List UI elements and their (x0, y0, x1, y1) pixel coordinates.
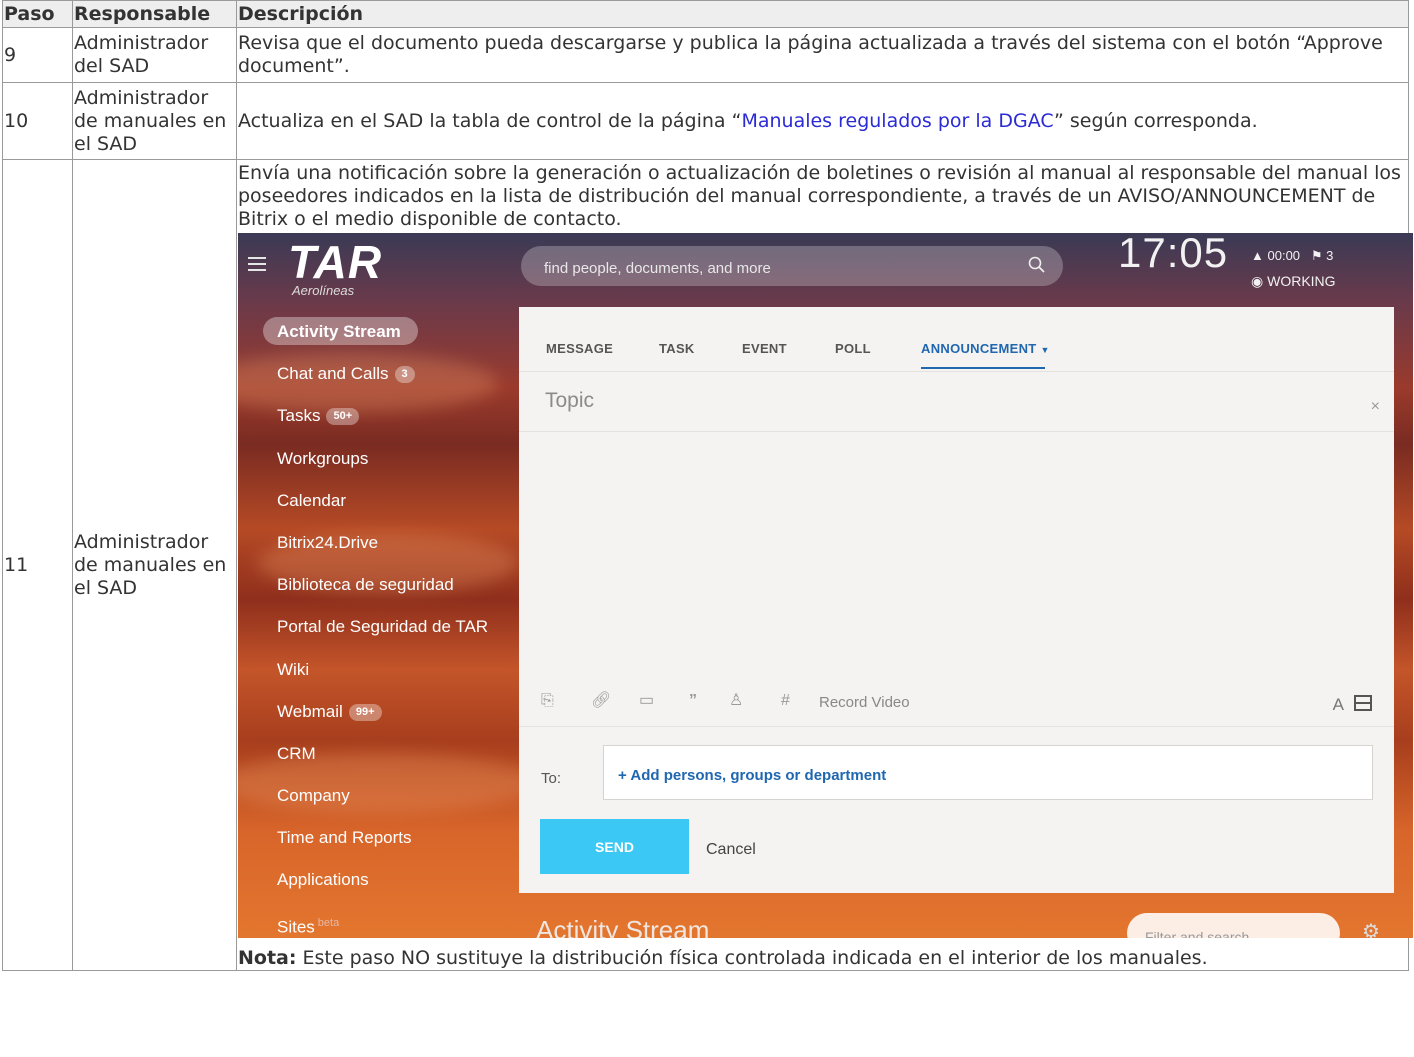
description-text: ” según corresponda. (1054, 109, 1258, 132)
stop-icon: ◉ (1251, 273, 1264, 289)
work-status[interactable]: ◉ WORKING (1251, 270, 1336, 293)
add-recipients-link[interactable]: + Add persons, groups or department (618, 764, 886, 787)
note-label: Nota: (238, 947, 297, 969)
gear-icon[interactable]: ⚙ (1362, 921, 1380, 938)
responsible-cell: Administrador de manuales en el SAD (72, 159, 237, 971)
table-row: 10 Administrador de manuales en el SAD A… (2, 82, 1409, 160)
menu-item-wiki[interactable]: Wiki (263, 649, 523, 691)
tab-task[interactable]: TASK (659, 337, 695, 360)
left-menu: Activity Stream Chat and Calls 3 Tasks 50+… (263, 311, 523, 938)
description-cell: Envía una notificación sobre la generaci… (236, 159, 1413, 971)
menu-icon[interactable] (248, 257, 266, 271)
menu-item-webmail[interactable]: Webmail 99+ (263, 691, 523, 733)
counter-badge: 99+ (348, 703, 382, 721)
header-responsible: Responsable (72, 0, 237, 28)
post-form: MESSAGE TASK EVENT POLL ANNOUNCEMENT ▼ T… (519, 307, 1394, 893)
menu-item-applications[interactable]: Applications (263, 859, 523, 901)
step-number: 11 (2, 159, 73, 971)
description-text: Envía una notificación sobre la generaci… (238, 162, 1401, 230)
active-tab-indicator (921, 367, 1045, 369)
hashtag-icon[interactable]: # (781, 689, 790, 712)
file-icon[interactable]: ⎘ (541, 689, 554, 712)
counter-badge: 50+ (326, 408, 360, 426)
menu-item-activity-stream[interactable]: Activity Stream (263, 311, 523, 353)
video-icon[interactable]: ▭ (639, 689, 654, 712)
description-cell: Revisa que el documento pueda descargars… (236, 27, 1409, 83)
menu-item-crm[interactable]: CRM (263, 733, 523, 775)
alarm-icon: ▲ (1251, 248, 1264, 263)
post-tabs: MESSAGE TASK EVENT POLL ANNOUNCEMENT ▼ (519, 307, 1394, 371)
responsible-cell: Administrador del SAD (72, 27, 237, 83)
mention-icon[interactable]: ♙ (729, 689, 743, 712)
header-step: Paso (2, 0, 73, 28)
topic-input[interactable]: Topic (545, 389, 594, 412)
close-icon[interactable]: × (1371, 395, 1380, 418)
recipients-field[interactable]: + Add persons, groups or department (603, 745, 1373, 800)
manuales-dgac-link[interactable]: Manuales regulados por la DGAC (741, 110, 1054, 132)
header-description: Descripción (236, 0, 1409, 28)
menu-item-biblioteca[interactable]: Biblioteca de seguridad (263, 564, 523, 606)
menu-item-sites[interactable]: Sites beta (263, 902, 523, 938)
alarm-flag-status: ▲ 00:00 ⚑ 3 (1251, 248, 1334, 263)
step-number: 10 (2, 82, 73, 160)
menu-item-calendar[interactable]: Calendar (263, 480, 523, 522)
record-video-button[interactable]: Record Video (819, 691, 910, 714)
procedure-table: Paso Responsable Descripción 9 Administr… (2, 0, 1413, 971)
menu-item-workgroups[interactable]: Workgroups (263, 438, 523, 480)
panel-toggle-icon[interactable] (1354, 695, 1372, 711)
to-label: To: (541, 770, 562, 787)
search-icon[interactable] (1027, 255, 1047, 275)
counter-badge: 3 (394, 366, 415, 384)
tab-poll[interactable]: POLL (835, 337, 871, 360)
menu-item-drive[interactable]: Bitrix24.Drive (263, 522, 523, 564)
menu-item-portal-seguridad[interactable]: Portal de Seguridad de TAR (263, 606, 523, 648)
beta-label: beta (317, 916, 340, 929)
chevron-down-icon: ▼ (1040, 345, 1050, 355)
quote-icon[interactable]: ” (689, 689, 697, 712)
tab-announcement[interactable]: ANNOUNCEMENT ▼ (921, 337, 1050, 362)
description-text: Actualiza en el SAD la tabla de control … (238, 109, 742, 132)
menu-item-tasks[interactable]: Tasks 50+ (263, 395, 523, 437)
step-number: 9 (2, 27, 73, 83)
tab-message[interactable]: MESSAGE (546, 337, 613, 360)
cancel-button[interactable]: Cancel (706, 838, 756, 861)
table-header-row: Paso Responsable Descripción (2, 0, 1409, 28)
tab-event[interactable]: EVENT (742, 337, 787, 360)
note: Nota: Este paso NO sustituye la distribu… (238, 946, 1407, 970)
text-format-icon[interactable]: A (1333, 693, 1344, 716)
stream-title: Activity Stream (536, 915, 710, 938)
tar-logo: TAR Aerolíneas (288, 236, 383, 298)
responsible-cell: Administrador de manuales en el SAD (72, 82, 237, 160)
menu-item-time-reports[interactable]: Time and Reports (263, 817, 523, 859)
note-text: Este paso NO sustituye la distribución f… (296, 947, 1208, 969)
filter-search-input[interactable]: Filter and search (1127, 913, 1340, 938)
description-cell: Actualiza en el SAD la tabla de control … (236, 82, 1409, 160)
search-input[interactable]: find people, documents, and more (521, 246, 1063, 286)
send-button[interactable]: SEND (540, 819, 689, 874)
link-icon[interactable]: 🔗︎ (591, 689, 611, 712)
menu-item-company[interactable]: Company (263, 775, 523, 817)
table-row: 9 Administrador del SAD Revisa que el do… (2, 27, 1409, 83)
bitrix-screenshot: TAR Aerolíneas find people, documents, a… (238, 233, 1413, 938)
clock: 17:05 (1118, 233, 1229, 276)
menu-item-chat-and-calls[interactable]: Chat and Calls 3 (263, 353, 523, 395)
table-row: 11 Administrador de manuales en el SAD E… (2, 159, 1413, 971)
flag-icon: ⚑ (1310, 248, 1323, 263)
